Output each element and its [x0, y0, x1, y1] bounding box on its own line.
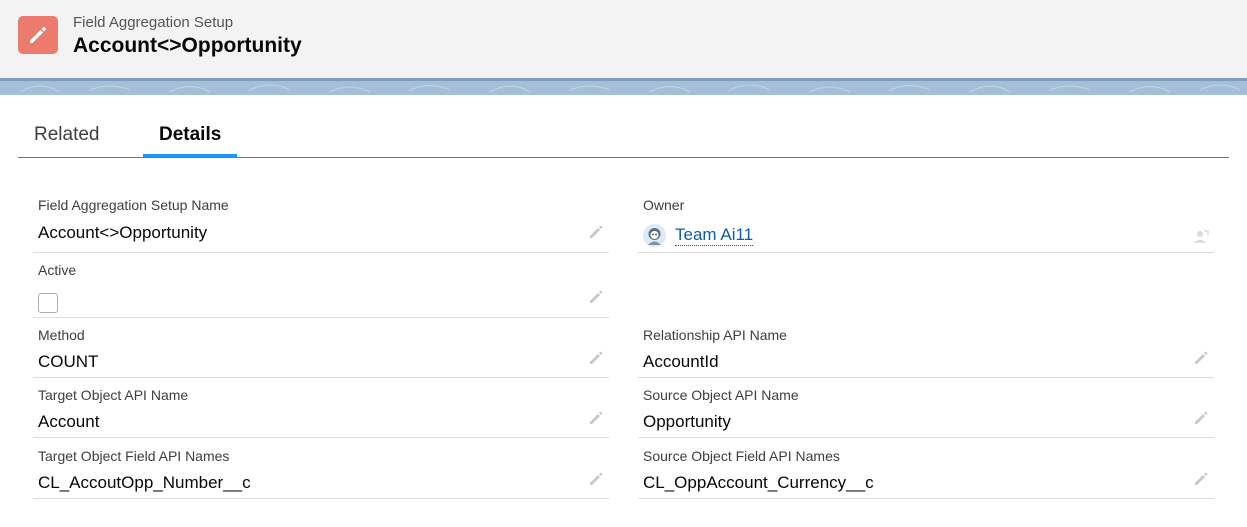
edit-pencil-icon[interactable]	[587, 349, 605, 367]
field-label: Source Object API Name	[643, 387, 799, 403]
field-source-object: Source Object API Name Opportunity	[638, 380, 1214, 438]
field-active: Active	[33, 255, 609, 318]
record-type-icon	[18, 16, 58, 54]
field-label: Target Object Field API Names	[38, 448, 230, 464]
field-name: Field Aggregation Setup Name Account<>Op…	[33, 190, 609, 253]
active-checkbox[interactable]	[38, 293, 58, 313]
field-method: Method COUNT	[33, 320, 609, 378]
header-banner	[0, 78, 1247, 95]
field-value: CL_OppAccount_Currency__c	[643, 473, 874, 492]
avatar	[643, 224, 666, 247]
edit-pencil-icon[interactable]	[1192, 349, 1210, 367]
field-target-object: Target Object API Name Account	[33, 380, 609, 438]
field-label: Method	[38, 327, 85, 343]
change-owner-icon[interactable]	[1192, 228, 1210, 246]
field-source-fields: Source Object Field API Names CL_OppAcco…	[638, 441, 1214, 499]
user-avatar-icon	[643, 224, 666, 247]
field-value: Opportunity	[643, 412, 731, 431]
field-label: Relationship API Name	[643, 327, 787, 343]
tab-details[interactable]: Details	[143, 120, 238, 157]
field-target-fields: Target Object Field API Names CL_AccoutO…	[33, 441, 609, 499]
edit-pencil-icon[interactable]	[587, 470, 605, 488]
page-title: Account<>Opportunity	[73, 34, 302, 57]
field-relationship-api-name: Relationship API Name AccountId	[638, 320, 1214, 378]
edit-pencil-icon[interactable]	[587, 409, 605, 427]
edit-pencil-icon	[30, 27, 46, 43]
field-label: Field Aggregation Setup Name	[38, 197, 229, 213]
field-label: Active	[38, 262, 77, 278]
field-value: CL_AccoutOpp_Number__c	[38, 473, 251, 492]
field-value: Account	[38, 412, 100, 431]
banner-pattern	[19, 84, 1241, 93]
edit-pencil-icon[interactable]	[587, 288, 605, 306]
object-type-label: Field Aggregation Setup	[73, 14, 234, 31]
field-label: Target Object API Name	[38, 387, 189, 403]
owner-value: Team Ai11	[643, 224, 754, 247]
field-value: COUNT	[38, 352, 99, 371]
field-label: Owner	[643, 197, 685, 213]
field-value: Account<>Opportunity	[38, 223, 208, 242]
record-tabs: Related Details	[18, 112, 1229, 158]
field-label: Source Object Field API Names	[643, 448, 840, 464]
edit-pencil-icon[interactable]	[1192, 409, 1210, 427]
edit-pencil-icon[interactable]	[587, 223, 605, 241]
record-header: Field Aggregation Setup Account<>Opportu…	[0, 0, 1247, 78]
field-value: AccountId	[643, 352, 719, 371]
field-owner: Owner Team Ai11	[638, 190, 1214, 253]
owner-link[interactable]: Team Ai11	[675, 225, 754, 246]
edit-pencil-icon[interactable]	[1192, 470, 1210, 488]
tab-related[interactable]: Related	[18, 120, 116, 157]
